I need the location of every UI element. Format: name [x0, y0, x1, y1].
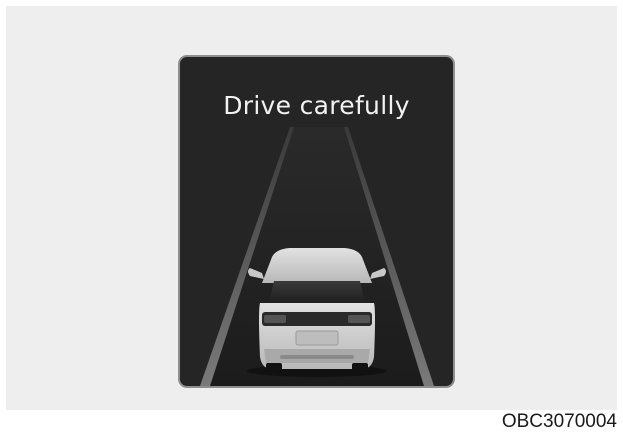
- figure-code: OBC3070004: [501, 411, 617, 432]
- road-scene: [200, 127, 434, 386]
- instrument-cluster-display: Drive carefully: [178, 55, 455, 388]
